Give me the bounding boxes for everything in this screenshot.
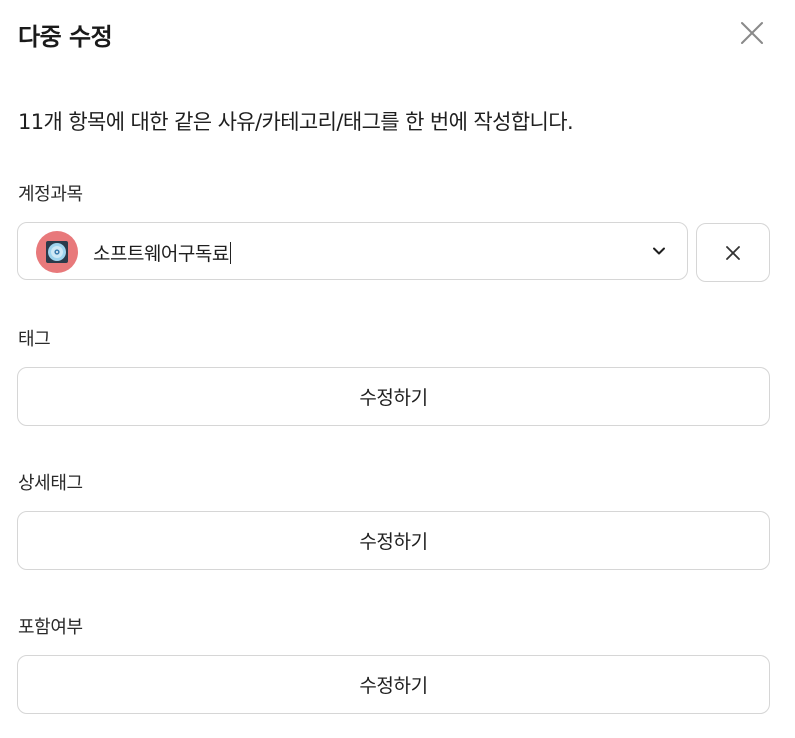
- close-button[interactable]: [736, 17, 768, 49]
- edit-tag-button[interactable]: 수정하기: [17, 367, 770, 426]
- account-select[interactable]: 소프트웨어구독료: [17, 222, 688, 280]
- tag-label: 태그: [18, 329, 51, 350]
- chevron-down-icon: [653, 247, 665, 255]
- account-select-value: 소프트웨어구독료: [93, 242, 231, 265]
- disc-icon: [46, 241, 68, 263]
- detail-tag-label: 상세태그: [18, 473, 83, 494]
- edit-detail-tag-button[interactable]: 수정하기: [17, 511, 770, 570]
- close-icon: [741, 22, 763, 44]
- text-cursor: [229, 242, 231, 264]
- edit-inclusion-button[interactable]: 수정하기: [17, 655, 770, 714]
- close-icon: [726, 245, 740, 260]
- account-label: 계정과목: [18, 184, 83, 205]
- dialog-description: 11개 항목에 대한 같은 사유/카테고리/태그를 한 번에 작성합니다.: [18, 110, 574, 134]
- account-category-icon: [36, 231, 78, 273]
- inclusion-label: 포함여부: [18, 617, 83, 638]
- clear-account-button[interactable]: [696, 223, 770, 282]
- dialog-title: 다중 수정: [18, 23, 113, 51]
